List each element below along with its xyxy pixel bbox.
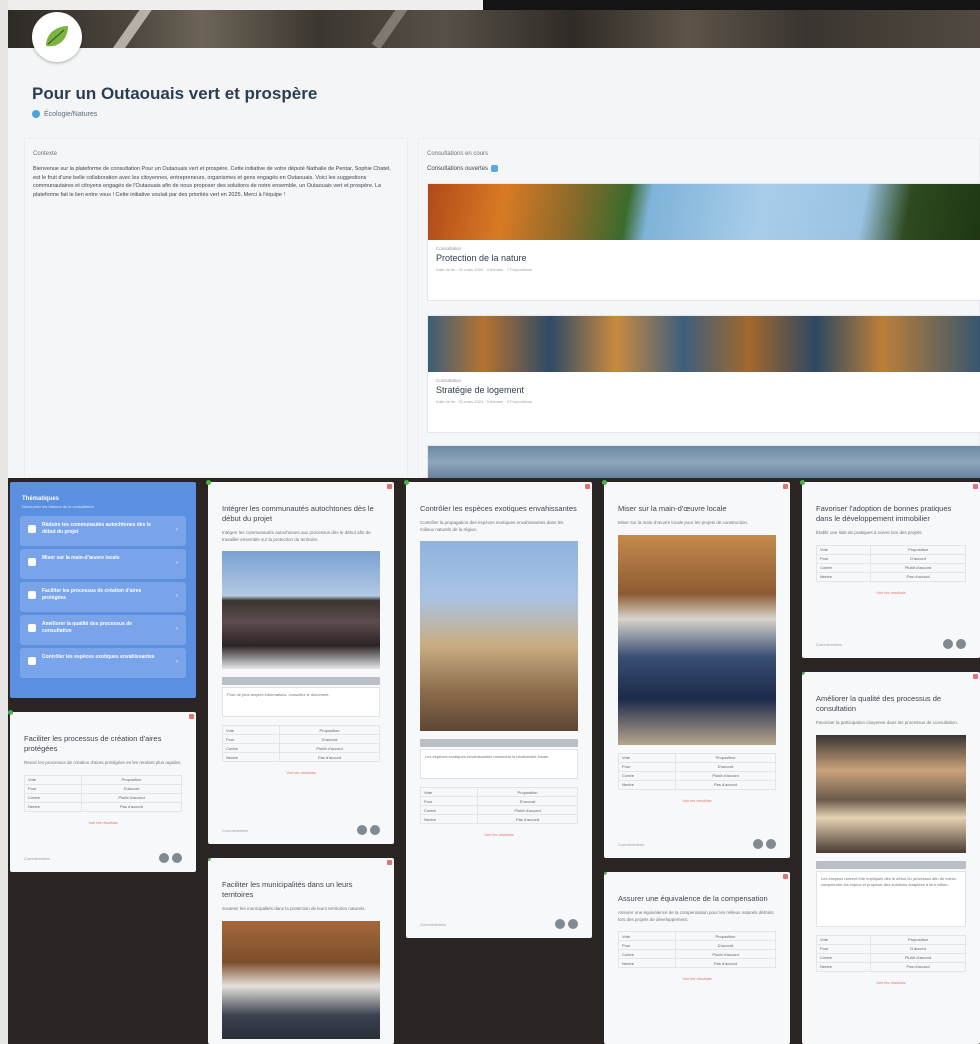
like-icon[interactable] <box>159 853 169 863</box>
proposal-photo <box>222 920 380 1039</box>
context-label: Contexte <box>33 151 58 157</box>
results-table: Vote Proposition Pour D'accord Contre Plutô… <box>23 774 182 812</box>
topics-panel: Thématiques Découvrez les thèmes de la c… <box>10 482 196 698</box>
results-link[interactable]: Voir les résultats <box>802 980 980 985</box>
window-edge <box>0 0 8 1044</box>
topic-icon <box>28 624 36 632</box>
proposal-card[interactable]: Améliorer la qualité des processus de co… <box>802 672 980 1044</box>
page-title: Pour un Outaouais vert et prospère <box>32 84 318 103</box>
proposal-card[interactable]: Miser sur la main-d'œuvre locale Miser s… <box>602 480 790 858</box>
pin-icon <box>800 480 805 485</box>
topic-icon <box>28 525 36 533</box>
pin-icon <box>206 480 211 485</box>
pin-icon <box>602 480 607 485</box>
proposal-card[interactable]: Assurer une équivalence de la compensati… <box>604 872 790 1044</box>
proposals-board: Thématiques Découvrez les thèmes de la c… <box>8 478 980 1044</box>
context-description: Bienvenue sur la plateforme de consultat… <box>33 166 391 198</box>
consultations-label: Consultations en cours <box>427 151 489 157</box>
consultation-image <box>428 316 980 372</box>
topic-item[interactable]: Faciliter les processus de création d'ai… <box>20 582 186 612</box>
results-link[interactable]: Voir les résultats <box>406 832 592 837</box>
chevron-right-icon: › <box>176 659 178 665</box>
topic-icon <box>28 591 36 599</box>
results-table: Vote Proposition Pour D'accord Contre Plutô… <box>815 934 966 972</box>
results-link[interactable]: Voir les résultats <box>604 976 790 981</box>
share-icon[interactable] <box>568 919 578 929</box>
results-link[interactable]: Voir les résultats <box>10 820 196 825</box>
close-icon[interactable] <box>585 484 590 489</box>
consultation-card[interactable]: Consultation Stratégie de logement Date … <box>427 315 980 433</box>
consultation-name: Stratégie de logement <box>436 385 525 395</box>
like-icon[interactable] <box>943 639 953 649</box>
results-table: Vote Proposition Pour D'accord Contre Plutô… <box>419 787 578 824</box>
consultation-platform: Pour un Outaouais vert et prospère Écolo… <box>8 48 980 485</box>
proposal-photo <box>222 551 380 669</box>
close-icon[interactable] <box>783 484 788 489</box>
consultations-sublabel[interactable]: Consultations ouvertes <box>427 165 499 172</box>
proposal-photo <box>816 734 966 853</box>
chevron-right-icon: › <box>176 527 178 533</box>
results-link[interactable]: Voir les résultats <box>604 798 790 803</box>
topic-icon <box>28 657 36 665</box>
owner-badge[interactable]: Écologie/Natures <box>32 110 97 118</box>
close-icon[interactable] <box>387 860 392 865</box>
like-icon[interactable] <box>555 919 565 929</box>
topic-icon <box>28 558 36 566</box>
proposal-card[interactable]: Contrôler les espèces exotiques envahiss… <box>404 480 592 938</box>
site-logo[interactable] <box>32 12 82 62</box>
close-icon[interactable] <box>387 484 392 489</box>
consultation-image <box>428 184 980 240</box>
share-icon[interactable] <box>172 853 182 863</box>
results-table: Vote Proposition Pour D'accord Contre Plutô… <box>617 931 776 968</box>
close-icon[interactable] <box>783 874 788 879</box>
pin-icon <box>404 480 409 485</box>
share-icon[interactable] <box>766 839 776 849</box>
close-icon[interactable] <box>973 484 978 489</box>
consultation-name: Protection de la nature <box>436 253 527 263</box>
results-link[interactable]: Voir les résultats <box>208 770 394 775</box>
share-icon[interactable] <box>370 825 380 835</box>
chevron-right-icon: › <box>176 593 178 599</box>
chevron-right-icon: › <box>176 626 178 632</box>
results-table: Vote Proposition Pour D'accord Contre Plutô… <box>221 725 380 762</box>
leaf-icon <box>46 26 68 47</box>
proposal-card[interactable]: Favoriser l'adoption de bonnes pratiques… <box>800 480 980 658</box>
like-icon[interactable] <box>753 839 763 849</box>
top-strip <box>8 0 980 10</box>
info-icon <box>491 165 499 172</box>
topic-item[interactable]: Améliorer la qualité des processus de co… <box>20 615 186 645</box>
results-link[interactable]: Voir les résultats <box>802 590 980 595</box>
context-panel: Contexte Bienvenue sur la plateforme de … <box>24 138 408 478</box>
topic-item[interactable]: Miser sur la main-d'œuvre locale › <box>20 549 186 579</box>
like-icon[interactable] <box>357 825 367 835</box>
proposal-card[interactable]: Faciliter les processus de création d'ai… <box>8 710 196 872</box>
topic-item[interactable]: Contrôler les espèces exotiques envahiss… <box>20 648 186 678</box>
proposal-photo <box>420 541 578 731</box>
proposal-card[interactable]: Intégrer les communautés autochtones dès… <box>206 480 394 844</box>
consultation-card[interactable]: Consultation Protection de la nature Dat… <box>427 183 980 301</box>
consultations-panel: Consultations en cours Consultations ouv… <box>418 138 980 485</box>
proposal-card[interactable]: Faciliter les municipalités dans un leur… <box>208 858 394 1044</box>
results-table: Vote Proposition Pour D'accord Contre Plutô… <box>617 752 776 790</box>
chevron-right-icon: › <box>176 560 178 566</box>
header-banner <box>8 10 980 48</box>
topic-item[interactable]: Réduire les communautés autochtones dès … <box>20 516 186 546</box>
share-icon[interactable] <box>956 639 966 649</box>
pin-icon <box>8 710 13 715</box>
close-icon[interactable] <box>973 674 978 679</box>
owner-icon <box>32 110 40 118</box>
proposal-photo <box>618 534 776 745</box>
results-table: Vote Proposition Pour D'accord Contre Plutô… <box>815 544 966 582</box>
close-icon[interactable] <box>189 714 194 719</box>
